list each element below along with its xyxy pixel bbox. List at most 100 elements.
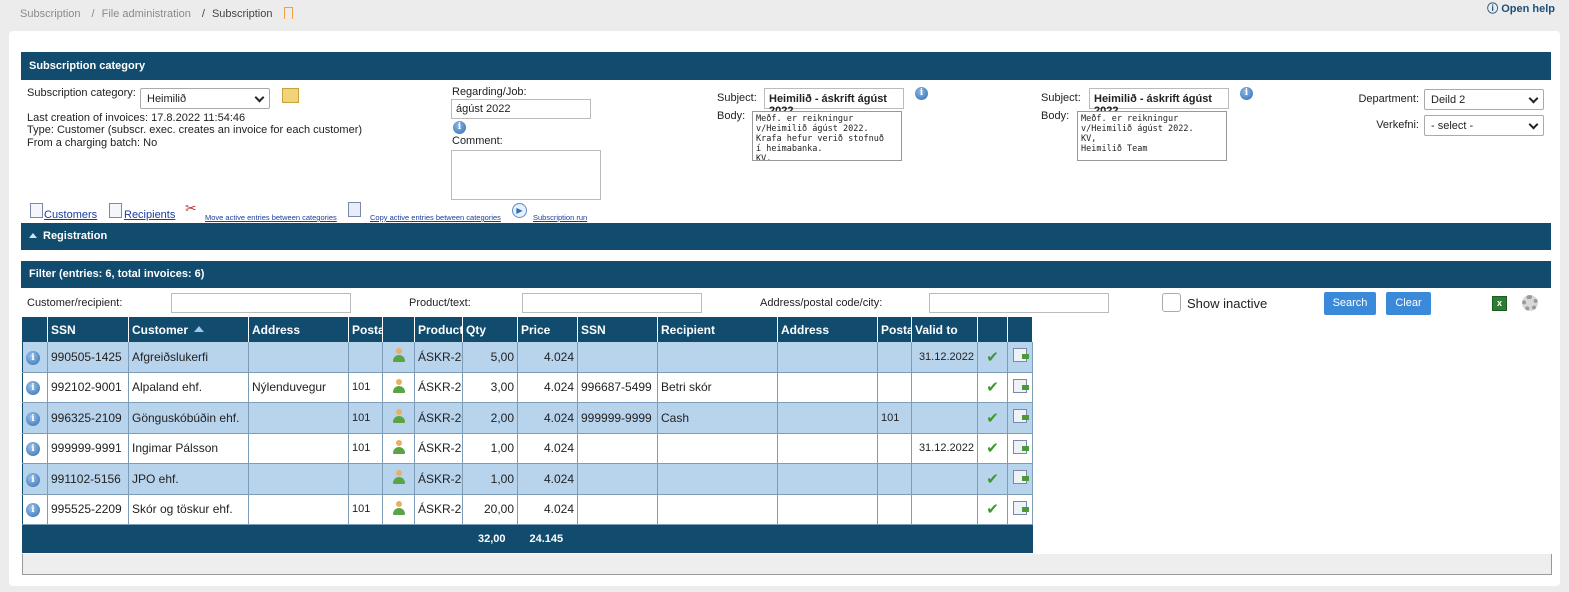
- subscription-run-link[interactable]: Subscription run: [533, 213, 587, 222]
- table-row[interactable]: i 990505-1425Afgreiðslukerfi ÁSKR-20225,00…: [22, 341, 1033, 373]
- gear-icon[interactable]: [1522, 295, 1538, 311]
- body-textarea-1[interactable]: Meðf. er reikningur v/Heimilið ágúst 202…: [752, 111, 902, 161]
- row-info-cell[interactable]: i: [22, 494, 48, 525]
- row-info-cell[interactable]: i: [22, 433, 48, 464]
- open-record-icon[interactable]: [1013, 409, 1029, 424]
- checkmark-icon[interactable]: ✔: [986, 440, 999, 457]
- row-info-cell[interactable]: i: [22, 372, 48, 403]
- department-select[interactable]: Deild 2: [1424, 89, 1544, 110]
- checkmark-icon[interactable]: ✔: [986, 501, 999, 518]
- checkmark-icon[interactable]: ✔: [986, 349, 999, 366]
- subject-input-1[interactable]: Heimilið - áskrift ágúst 2022: [764, 88, 904, 117]
- col-header-product[interactable]: Product text: [414, 317, 463, 342]
- verkefni-select[interactable]: - select -: [1424, 115, 1544, 136]
- regarding-input[interactable]: ágúst 2022: [451, 99, 591, 119]
- info-icon[interactable]: i: [26, 503, 40, 518]
- search-button[interactable]: Search: [1324, 292, 1376, 315]
- bookmark-icon[interactable]: [284, 7, 294, 19]
- col-header-postal2[interactable]: Postal: [877, 317, 912, 342]
- customer-filter-input[interactable]: [171, 293, 351, 313]
- valid-to-cell: 31.12.2022: [911, 341, 978, 373]
- active-cell: ✔: [977, 463, 1008, 495]
- user-icon[interactable]: [392, 500, 406, 515]
- col-header-ssn2[interactable]: SSN: [577, 317, 658, 342]
- product-filter-input[interactable]: [522, 293, 702, 313]
- recipients-link[interactable]: Recipients: [124, 209, 175, 221]
- category-select[interactable]: Heimilið: [140, 88, 270, 109]
- price-cell: 4.024: [517, 402, 578, 434]
- action-cell: [1007, 372, 1033, 403]
- subject-input-2[interactable]: Heimilið - áskrift ágúst 2022: [1089, 88, 1229, 117]
- table-header-row: SSN Customer Address Postal Product text…: [22, 317, 1033, 342]
- info-icon[interactable]: i: [1240, 87, 1253, 100]
- play-icon[interactable]: ▶: [512, 203, 527, 218]
- col-header-recipient[interactable]: Recipient: [657, 317, 778, 342]
- address-filter-input[interactable]: [929, 293, 1109, 313]
- breadcrumb-subscription[interactable]: Subscription: [20, 8, 81, 20]
- info-icon[interactable]: i: [26, 411, 40, 426]
- checkmark-icon[interactable]: ✔: [986, 471, 999, 488]
- user-icon[interactable]: [392, 470, 406, 485]
- user-icon[interactable]: [392, 409, 406, 424]
- edit-note-icon[interactable]: [282, 88, 299, 103]
- breadcrumb-file-administration[interactable]: File administration: [102, 8, 191, 20]
- comment-textarea[interactable]: [451, 150, 601, 200]
- open-record-icon[interactable]: [1013, 378, 1029, 393]
- show-inactive-label: Show inactive: [1187, 296, 1268, 311]
- table-row[interactable]: i 999999-9991Ingimar Pálsson 101 ÁSKR-20221…: [22, 433, 1033, 464]
- info-icon[interactable]: i: [26, 350, 40, 365]
- copy-entries-link[interactable]: Copy active entries between categories: [370, 213, 501, 222]
- checkmark-icon[interactable]: ✔: [986, 410, 999, 427]
- row-info-cell[interactable]: i: [22, 402, 48, 434]
- clear-button[interactable]: Clear: [1386, 292, 1431, 315]
- user-icon[interactable]: [392, 439, 406, 454]
- open-record-icon[interactable]: [1013, 439, 1029, 454]
- col-header-ssn[interactable]: SSN: [47, 317, 129, 342]
- body-textarea-2[interactable]: Meðf. er reikningur v/Heimilið ágúst 202…: [1077, 111, 1227, 161]
- info-icon[interactable]: i: [26, 381, 40, 396]
- registration-bar[interactable]: Registration: [21, 223, 1551, 250]
- table-row[interactable]: i 991102-5156JPO ehf. ÁSKR-20221,004.024 ✔: [22, 463, 1033, 495]
- move-entries-link[interactable]: Move active entries between categories: [205, 213, 337, 222]
- department-value: Deild 2: [1431, 94, 1466, 106]
- open-record-icon[interactable]: [1013, 348, 1029, 362]
- ssn2-cell: 999999-9999: [577, 402, 658, 434]
- total-price: 24.145: [517, 524, 578, 553]
- col-header-address[interactable]: Address: [248, 317, 349, 342]
- table-row[interactable]: i 996325-2109Gönguskóbúðin ehf. 101 ÁSKR-20…: [22, 402, 1033, 434]
- user-icon[interactable]: [392, 378, 406, 393]
- valid-to-cell: [911, 494, 978, 525]
- user-icon[interactable]: [392, 348, 406, 362]
- postal2-cell: [877, 463, 912, 495]
- open-record-icon[interactable]: [1013, 500, 1029, 515]
- open-help-link[interactable]: ⓘ Open help: [1487, 0, 1555, 16]
- info-icon[interactable]: i: [915, 87, 928, 100]
- col-header-price[interactable]: Price: [517, 317, 578, 342]
- table-row[interactable]: i 995525-2209 Skór og töskur ehf. 101 ÁSKR-2…: [22, 494, 1033, 525]
- postal2-cell: [877, 433, 912, 464]
- address-cell: Nýlenduvegur: [248, 372, 349, 403]
- row-info-cell[interactable]: i: [22, 463, 48, 495]
- row-info-cell[interactable]: i: [22, 341, 48, 373]
- open-help-label: Open help: [1501, 3, 1555, 15]
- col-header-valid-to[interactable]: Valid to: [911, 317, 978, 342]
- valid-to-cell: 31.12.2022: [911, 433, 978, 464]
- qty-cell: 3,00: [462, 372, 518, 403]
- postal2-cell: [877, 341, 912, 373]
- info-icon[interactable]: i: [26, 442, 40, 457]
- excel-export-icon[interactable]: x: [1492, 296, 1507, 311]
- col-header-customer[interactable]: Customer: [128, 317, 249, 342]
- info-icon[interactable]: i: [26, 472, 40, 487]
- show-inactive-checkbox[interactable]: [1162, 293, 1181, 312]
- price-cell: 4.024: [517, 341, 578, 373]
- info-icon[interactable]: i: [453, 121, 466, 134]
- col-header-qty[interactable]: Qty: [462, 317, 518, 342]
- checkmark-icon[interactable]: ✔: [986, 379, 999, 396]
- customers-link[interactable]: Customers: [44, 209, 97, 221]
- col-header-address2[interactable]: Address: [777, 317, 878, 342]
- col-header-postal[interactable]: Postal: [348, 317, 383, 342]
- table-row[interactable]: i 992102-9001 Alpaland ehf. Nýlenduvegur 101…: [22, 372, 1033, 403]
- address-filter-label: Address/postal code/city:: [760, 297, 883, 309]
- scissors-icon[interactable]: ✂: [185, 200, 197, 217]
- open-record-icon[interactable]: [1013, 470, 1029, 485]
